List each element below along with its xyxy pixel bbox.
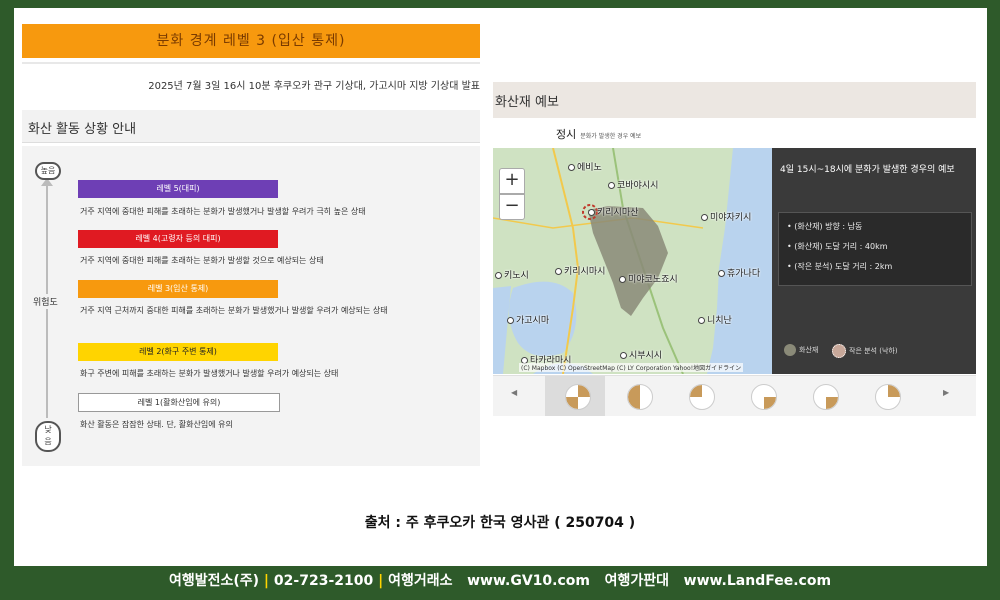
level-3-label: 레벨 3(입산 통제)	[78, 280, 278, 298]
company-name: 여행발전소(주)	[168, 573, 260, 589]
level-5-label: 레벨 5(대피)	[78, 180, 278, 198]
city-label: 니치난	[698, 313, 732, 326]
zoom-out-button[interactable]: −	[499, 194, 525, 220]
map-credit: (C) Mapbox (C) OpenStreetMap (C) LY Corp…	[519, 363, 744, 372]
city-label: 휴가나다	[718, 266, 760, 279]
time-slot[interactable]	[731, 376, 791, 416]
legend-ash-label: 화산재	[799, 346, 819, 354]
issued-info: 2025년 7월 3일 16시 10분 후쿠오카 관구 기상대, 가고시마 지방…	[148, 81, 480, 92]
legend-lapilli: 작은 분석 (낙하)	[832, 344, 898, 358]
city-label: 미야자키시	[701, 210, 751, 223]
divider	[22, 62, 480, 64]
ash-map[interactable]: + − 에비노 코바야시시 키리시마산 미야자키시 키노시 키리시마시 미야코노…	[493, 148, 772, 374]
site-link-landfee[interactable]: www.LandFee.com	[684, 573, 831, 589]
forecast-info-panel: 4일 15시~18시에 분화가 발생한 경우의 예보 • (화산재) 방향 : …	[772, 148, 976, 374]
level-guide: 높음 낮음 위험도 레벨 5(대피) 거주 지역에 중대한 피해를 초래하는 분…	[22, 146, 480, 466]
forecast-type: 정시 분화가 발생한 경우 예보	[556, 126, 641, 142]
city-label: 에비노	[568, 160, 602, 173]
info-title: 4일 15시~18시에 분화가 발생한 경우의 예보	[780, 165, 955, 175]
info-box: • (화산재) 방향 : 남동 • (화산재) 도달 거리 : 40km • (…	[778, 212, 972, 286]
high-badge: 높음	[35, 162, 61, 180]
city-label: 코바야시시	[608, 178, 658, 191]
lapilli-swatch-icon	[832, 344, 846, 358]
ash-swatch-icon	[784, 344, 796, 356]
forecast-title: 화산재 예보	[495, 95, 559, 110]
city-label: 키리시마산	[588, 205, 638, 218]
prev-arrow-icon[interactable]: ◀	[511, 388, 517, 397]
next-arrow-icon[interactable]: ▶	[943, 388, 949, 397]
forecast-header: 화산재 예보	[493, 82, 976, 118]
city-label: 시부시시	[620, 348, 662, 361]
phone-number: 02-723-2100	[273, 573, 374, 589]
price-board: 여행가판대	[604, 573, 670, 589]
lapilli-distance: • (작은 분석) 도달 거리 : 2km	[787, 262, 893, 271]
risk-label: 위험도	[33, 294, 58, 309]
regular-label: 정시	[556, 128, 577, 141]
level-4-label: 레벨 4(고령자 등의 대피)	[78, 230, 278, 248]
legend-ash: 화산재	[784, 344, 818, 356]
city-label: 키노시	[495, 268, 529, 281]
separator: |	[263, 573, 274, 589]
clock-icon	[751, 384, 777, 410]
ash-direction: • (화산재) 방향 : 남동	[787, 222, 863, 231]
guide-header: 화산 활동 상황 안내	[22, 110, 480, 143]
agency-name: 여행거래소	[388, 573, 453, 589]
alert-level-banner: 분화 경계 레벨 3 (입산 통제)	[22, 24, 480, 58]
guide-title: 화산 활동 상황 안내	[28, 122, 137, 137]
level-5-desc: 거주 지역에 중대한 피해를 초래하는 분화가 발생했거나 발생할 우려가 극히…	[80, 207, 366, 216]
city-label: 미야코노죠시	[619, 272, 678, 285]
clock-icon	[627, 384, 653, 410]
clock-icon	[813, 384, 839, 410]
time-slider[interactable]: ◀ ▶	[493, 375, 976, 416]
clock-icon	[689, 384, 715, 410]
time-slot[interactable]	[607, 376, 667, 416]
low-badge-label: 낮음	[44, 425, 52, 446]
city-label: 가고시마	[507, 313, 549, 326]
clock-icon	[875, 384, 901, 410]
level-3-desc: 거주 지역 근처까지 중대한 피해를 초래하는 분화가 발생했거나 발생할 우려…	[80, 306, 388, 315]
time-slot[interactable]	[793, 376, 853, 416]
site-link-gv10[interactable]: www.GV10.com	[467, 573, 590, 589]
time-slot[interactable]	[855, 376, 915, 416]
level-1-desc: 화산 활동은 잠잠한 상태. 단, 활화산임에 유의	[80, 420, 233, 429]
regular-note: 분화가 발생한 경우 예보	[580, 133, 642, 140]
zoom-in-button[interactable]: +	[499, 168, 525, 194]
source-caption: 출처 : 주 후쿠오카 한국 영사관 ( 250704 )	[364, 515, 636, 531]
footer-bar: 여행발전소(주) | 02-723-2100 | 여행거래소 www.GV10.…	[0, 567, 1000, 600]
level-2-desc: 화구 주변에 피해를 초래하는 분화가 발생했거나 발생할 우려가 예상되는 상…	[80, 369, 339, 378]
separator: |	[378, 573, 389, 589]
time-slot[interactable]	[545, 376, 605, 416]
low-badge: 낮음	[35, 421, 61, 452]
level-4-desc: 거주 지역에 중대한 피해를 초래하는 분화가 발생할 것으로 예상되는 상태	[80, 256, 324, 265]
level-2-label: 레벨 2(화구 주변 통제)	[78, 343, 278, 361]
level-1-label: 레벨 1(활화산임에 유의)	[78, 393, 280, 412]
ash-distance: • (화산재) 도달 거리 : 40km	[787, 242, 888, 251]
clock-icon	[565, 384, 591, 410]
legend-lapilli-label: 작은 분석 (낙하)	[849, 347, 898, 355]
time-slot[interactable]	[669, 376, 729, 416]
city-label: 키리시마시	[555, 264, 605, 277]
